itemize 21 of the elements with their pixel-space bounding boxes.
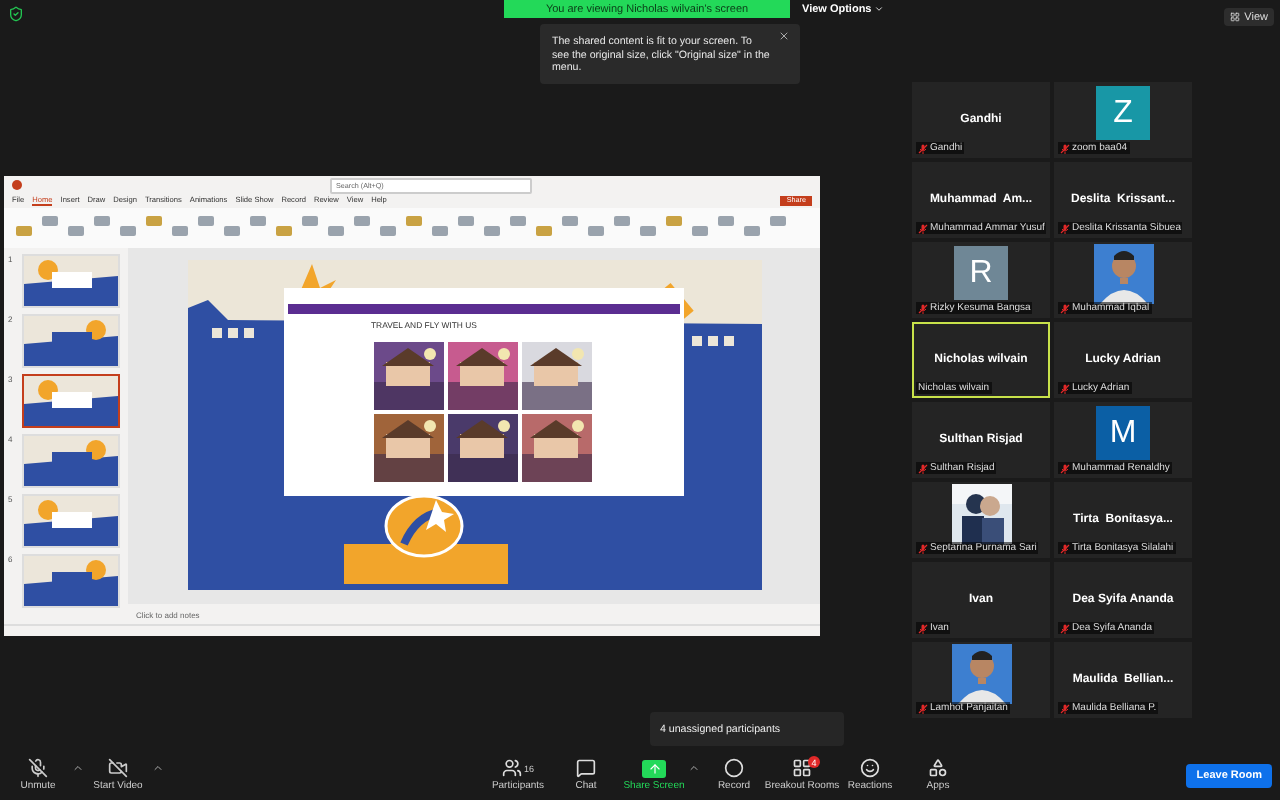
reactions-icon [860, 758, 880, 778]
app-icon [12, 180, 22, 190]
close-icon[interactable] [778, 30, 790, 42]
mic-icon [28, 758, 48, 778]
grid-icon [1230, 12, 1241, 22]
slide-thumbnail[interactable] [22, 374, 120, 428]
caret-icon[interactable] [688, 761, 700, 773]
video-icon [108, 758, 128, 778]
apps-icon [928, 758, 948, 778]
caret-icon[interactable] [72, 761, 84, 773]
caret-icon [873, 4, 884, 14]
chat-icon [576, 758, 596, 778]
breakout-icon [792, 758, 812, 778]
avatar-letter: Z [1096, 86, 1150, 140]
avatar-letter: R [954, 246, 1008, 300]
record-icon [724, 758, 744, 778]
participants-icon [501, 758, 522, 778]
share-screen-icon [642, 759, 666, 777]
avatar-letter: M [1096, 406, 1150, 460]
caret-icon[interactable] [152, 761, 164, 773]
shield-icon[interactable] [8, 6, 24, 22]
